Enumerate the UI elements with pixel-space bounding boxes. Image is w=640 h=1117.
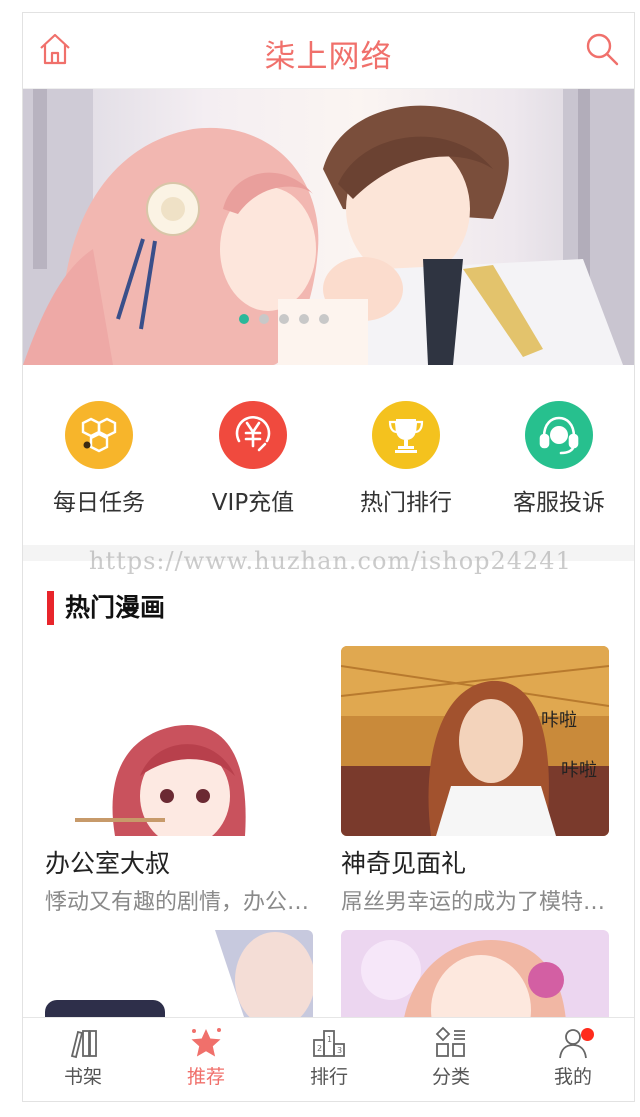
carousel-dot[interactable] bbox=[318, 314, 329, 324]
tab-label: 书架 bbox=[63, 1066, 102, 1088]
menu-vip-recharge[interactable]: VIP充值 bbox=[183, 401, 323, 517]
category-grid-icon bbox=[435, 1026, 465, 1057]
menu-label: 热门排行 bbox=[360, 490, 452, 516]
ranking-podium-icon: 2 1 3 bbox=[313, 1030, 345, 1057]
headset-icon bbox=[525, 401, 593, 469]
tab-bookshelf[interactable]: 书架 bbox=[33, 1026, 133, 1089]
section-accent-bar bbox=[47, 591, 54, 625]
trophy-icon bbox=[372, 401, 440, 469]
comic-cover[interactable] bbox=[45, 646, 313, 836]
quick-menu: 每日任务 VIP充值 热门排行 客服投诉 bbox=[23, 365, 634, 545]
svg-text:1: 1 bbox=[327, 1035, 332, 1044]
bottom-tab-bar: 书架 推荐 2 1 3 排行 分类 我的 bbox=[23, 1017, 634, 1101]
bookshelf-icon bbox=[70, 1030, 97, 1059]
watermark-text: https://www.huzhan.com/ishop24241 bbox=[89, 547, 572, 575]
tab-label: 排行 bbox=[309, 1066, 348, 1088]
app-title: 柒上网络 bbox=[264, 39, 393, 75]
carousel-dot[interactable] bbox=[278, 314, 289, 324]
tab-label: 分类 bbox=[431, 1066, 470, 1088]
menu-label: 客服投诉 bbox=[513, 490, 605, 516]
notification-badge bbox=[581, 1028, 594, 1041]
comic-cover[interactable]: 咔啦 咔啦 bbox=[341, 646, 609, 836]
carousel-dot[interactable] bbox=[238, 314, 249, 324]
search-icon[interactable] bbox=[584, 31, 620, 67]
svg-text:咔啦: 咔啦 bbox=[541, 710, 577, 731]
comic-title: 神奇见面礼 bbox=[341, 849, 467, 878]
comic-description: 屌丝男幸运的成为了模特经纪人 bbox=[341, 890, 609, 915]
svg-text:咔啦: 咔啦 bbox=[561, 760, 597, 781]
carousel-dots bbox=[23, 314, 634, 324]
star-icon bbox=[191, 1028, 221, 1057]
app-frame: 柒上网络 每日任务 VIP充值 热门排行 客服投诉 https://www.hu… bbox=[22, 12, 635, 1102]
tab-label: 我的 bbox=[553, 1066, 592, 1088]
menu-daily-task[interactable]: 每日任务 bbox=[29, 401, 169, 517]
comic-card[interactable]: 咔啦 咔啦 神奇见面礼 屌丝男幸运的成为了模特经纪人 bbox=[341, 646, 609, 916]
menu-customer-service[interactable]: 客服投诉 bbox=[489, 401, 629, 517]
tab-label: 推荐 bbox=[186, 1066, 225, 1088]
comic-card[interactable]: 办公室大叔 悸动又有趣的剧情，办公室大叔 bbox=[45, 646, 313, 916]
honeycomb-icon bbox=[65, 401, 133, 469]
menu-hot-ranking[interactable]: 热门排行 bbox=[336, 401, 476, 517]
menu-label: 每日任务 bbox=[53, 490, 145, 516]
comic-title: 办公室大叔 bbox=[45, 849, 171, 878]
yen-coin-icon bbox=[219, 401, 287, 469]
svg-text:3: 3 bbox=[337, 1046, 342, 1055]
menu-label: VIP充值 bbox=[211, 490, 295, 516]
svg-text:2: 2 bbox=[317, 1044, 322, 1053]
section-title: 热门漫画 bbox=[65, 593, 166, 622]
tab-ranking[interactable]: 2 1 3 排行 bbox=[279, 1026, 379, 1089]
comic-description: 悸动又有趣的剧情，办公室大叔 bbox=[45, 890, 313, 915]
top-header: 柒上网络 bbox=[23, 13, 634, 89]
tab-mine[interactable]: 我的 bbox=[523, 1026, 623, 1089]
carousel-dot[interactable] bbox=[298, 314, 309, 324]
carousel-dot[interactable] bbox=[258, 314, 269, 324]
tab-category[interactable]: 分类 bbox=[401, 1026, 501, 1089]
tab-recommend[interactable]: 推荐 bbox=[156, 1026, 256, 1089]
banner-carousel[interactable] bbox=[23, 89, 634, 365]
